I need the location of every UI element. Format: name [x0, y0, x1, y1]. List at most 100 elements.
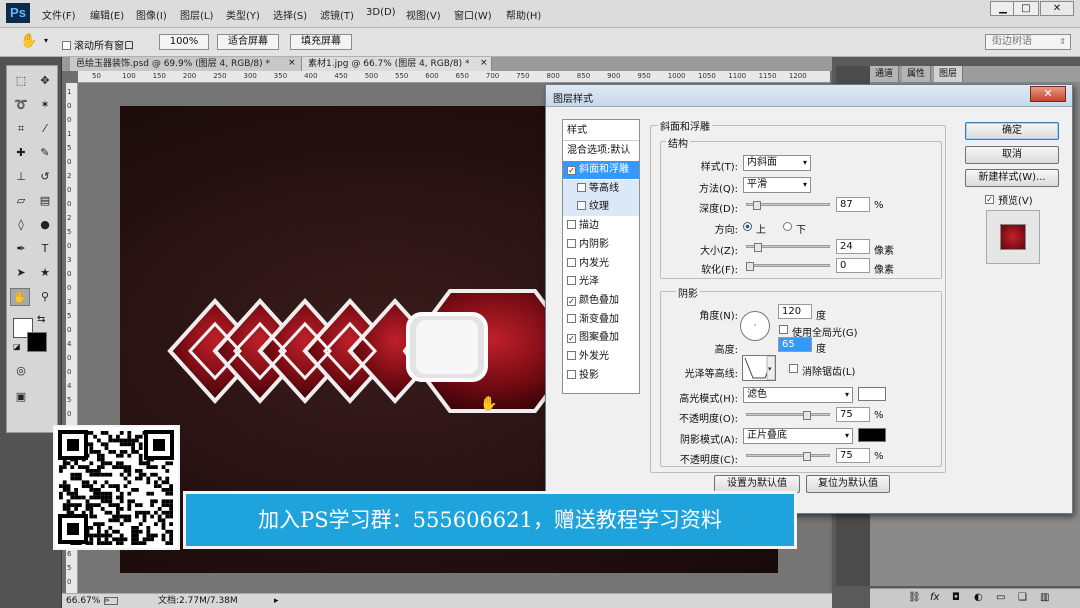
- global-light-checkbox[interactable]: [779, 325, 791, 336]
- zoom-tool-icon[interactable]: ⚲: [35, 288, 55, 306]
- screen-mode-icon[interactable]: ▣: [11, 388, 31, 406]
- style-item[interactable]: 描边: [563, 217, 639, 235]
- antialias-checkbox[interactable]: [789, 364, 801, 375]
- crop-tool-icon[interactable]: ⌗: [11, 120, 31, 138]
- menu-item[interactable]: 类型(Y): [226, 7, 260, 22]
- style-checkbox[interactable]: [567, 351, 576, 360]
- maximize-button[interactable]: □: [1013, 1, 1039, 16]
- dialog-close-button[interactable]: ✕: [1030, 86, 1066, 102]
- adjustment-icon[interactable]: ◐: [974, 592, 983, 603]
- marquee-tool-icon[interactable]: ⬚: [11, 72, 31, 90]
- new-layer-icon[interactable]: ❏: [1018, 592, 1027, 603]
- blur-tool-icon[interactable]: ◊: [11, 216, 31, 234]
- style-checkbox[interactable]: [567, 238, 576, 248]
- shadow-opacity-input[interactable]: 75: [836, 448, 870, 463]
- depth-slider-thumb[interactable]: [752, 201, 761, 210]
- fit-screen-button[interactable]: 适合屏幕: [217, 34, 279, 50]
- workspace-select[interactable]: 街边树语 ⇕: [985, 34, 1071, 50]
- tab-layers[interactable]: 图层: [934, 66, 964, 82]
- depth-input[interactable]: 87: [836, 197, 870, 212]
- dialog-titlebar[interactable]: 图层样式 ✕: [546, 85, 1072, 107]
- style-checkbox[interactable]: [577, 201, 586, 211]
- tab-doc-2[interactable]: 素材1.jpg @ 66.7% (图层 4, RGB/8) *: [302, 57, 492, 71]
- highlight-mode-select[interactable]: 滤色 ▾: [743, 387, 853, 403]
- highlight-opacity-slider[interactable]: [746, 413, 830, 416]
- background-color[interactable]: [27, 332, 47, 352]
- shape-tool-icon[interactable]: ★: [35, 264, 55, 282]
- default-colors-icon[interactable]: ◪: [13, 342, 21, 351]
- blend-options-item[interactable]: 混合选项:默认: [563, 142, 639, 160]
- close-tab-icon[interactable]: ×: [288, 58, 296, 68]
- size-slider-thumb[interactable]: [753, 243, 762, 252]
- scroll-all-checkbox[interactable]: 滚动所有窗口: [62, 37, 134, 52]
- status-icon[interactable]: ⊳: [104, 597, 118, 605]
- tab-channels[interactable]: 通道: [870, 66, 900, 82]
- menu-item[interactable]: 视图(V): [406, 7, 441, 22]
- cancel-button[interactable]: 取消: [965, 146, 1059, 164]
- stamp-tool-icon[interactable]: ⊥: [11, 168, 31, 186]
- reset-default-button[interactable]: 复位为默认值: [806, 475, 890, 493]
- style-checkbox[interactable]: ✓: [567, 334, 576, 344]
- menu-item[interactable]: 图像(I): [136, 7, 167, 22]
- menu-item[interactable]: 窗口(W): [454, 7, 492, 22]
- play-arrow-icon[interactable]: ▸: [274, 594, 279, 608]
- style-item[interactable]: 纹理: [563, 198, 639, 217]
- highlight-color-swatch[interactable]: [858, 387, 886, 401]
- swap-colors-icon[interactable]: ⇆: [37, 314, 45, 325]
- chevron-down-icon[interactable]: ▾: [44, 36, 48, 45]
- shadow-color-swatch[interactable]: [858, 428, 886, 442]
- zoom-100-button[interactable]: 100%: [159, 34, 209, 50]
- direction-down-label[interactable]: 下: [796, 221, 806, 236]
- move-tool-icon[interactable]: ✥: [35, 72, 55, 90]
- close-window-button[interactable]: ✕: [1040, 1, 1074, 16]
- style-item[interactable]: 光泽: [563, 273, 639, 291]
- style-item[interactable]: 内阴影: [563, 236, 639, 254]
- style-checkbox[interactable]: ✓: [567, 166, 576, 175]
- pen-tool-icon[interactable]: ✒: [11, 240, 31, 258]
- styles-header[interactable]: 样式: [563, 122, 639, 140]
- menu-item[interactable]: 图层(L): [180, 7, 213, 22]
- menu-item[interactable]: 3D(D): [366, 7, 396, 18]
- eraser-icon[interactable]: ▱: [11, 192, 31, 210]
- hand-icon[interactable]: ✋: [20, 33, 37, 49]
- fill-screen-button[interactable]: 填充屏幕: [290, 34, 352, 50]
- menu-item[interactable]: 帮助(H): [506, 7, 541, 22]
- mask-icon[interactable]: ◘: [952, 592, 960, 603]
- menu-item[interactable]: 选择(S): [273, 7, 307, 22]
- shadow-opacity-thumb[interactable]: [803, 452, 811, 461]
- style-checkbox[interactable]: [567, 220, 576, 230]
- link-icon[interactable]: ⛓: [908, 592, 921, 603]
- direction-up-radio[interactable]: [743, 222, 752, 231]
- altitude-input[interactable]: 65: [778, 337, 812, 352]
- menu-item[interactable]: 编辑(E): [90, 7, 124, 22]
- fx-icon[interactable]: fx: [930, 592, 939, 603]
- close-tab-icon[interactable]: ×: [480, 58, 488, 68]
- style-checkbox[interactable]: [567, 313, 576, 323]
- healing-brush-icon[interactable]: ✚: [11, 144, 31, 162]
- hand-tool-icon[interactable]: ✋: [10, 288, 30, 306]
- style-checkbox[interactable]: [577, 182, 586, 192]
- soften-input[interactable]: 0: [836, 258, 870, 273]
- style-checkbox[interactable]: [567, 257, 576, 267]
- trash-icon[interactable]: ▥: [1040, 592, 1049, 603]
- style-item[interactable]: 内发光: [563, 255, 639, 273]
- tab-doc-1[interactable]: 邑绘玉器装饰.psd @ 69.9% (图层 4, RGB/8) *: [70, 57, 302, 71]
- soften-slider[interactable]: [746, 264, 830, 267]
- soften-slider-thumb[interactable]: [746, 262, 754, 271]
- tab-properties[interactable]: 属性: [902, 66, 932, 82]
- gloss-contour-picker[interactable]: ▾: [742, 355, 776, 381]
- style-checkbox[interactable]: [567, 369, 576, 379]
- style-item[interactable]: 渐变叠加: [563, 311, 639, 329]
- style-item[interactable]: 投影: [563, 367, 639, 385]
- eyedropper-icon[interactable]: ⁄: [35, 120, 55, 138]
- preview-checkbox[interactable]: ✓: [985, 193, 997, 204]
- lasso-tool-icon[interactable]: ➰: [11, 96, 31, 114]
- menu-item[interactable]: 文件(F): [42, 7, 76, 22]
- brush-tool-icon[interactable]: ✎: [35, 144, 55, 162]
- angle-input[interactable]: 120: [778, 304, 812, 319]
- style-item[interactable]: 等高线: [563, 179, 639, 198]
- style-checkbox[interactable]: [567, 276, 576, 286]
- highlight-opacity-thumb[interactable]: [803, 411, 811, 420]
- new-style-button[interactable]: 新建样式(W)...: [965, 169, 1059, 187]
- type-tool-icon[interactable]: T: [35, 240, 55, 258]
